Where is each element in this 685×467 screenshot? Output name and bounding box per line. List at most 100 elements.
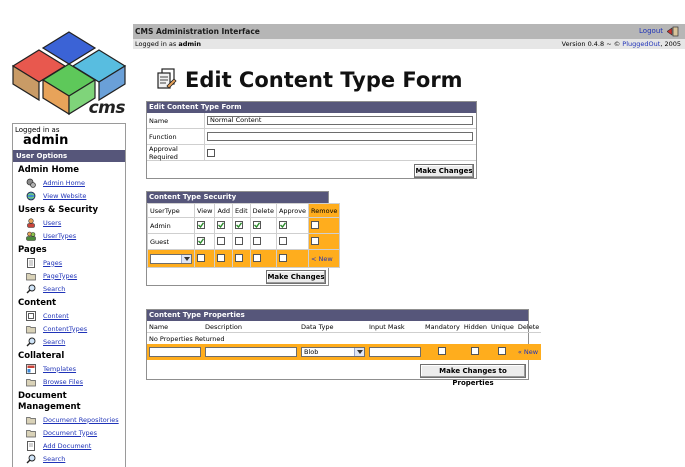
sidebar-item-label[interactable]: PageTypes bbox=[43, 272, 77, 280]
edit-checkbox[interactable] bbox=[235, 236, 244, 245]
logged-in-status: Logged in as admin bbox=[135, 40, 201, 48]
users-icon bbox=[26, 231, 36, 241]
sidebar-item-content-search[interactable]: Search bbox=[13, 335, 125, 348]
make-changes-button[interactable]: Make Changes bbox=[414, 164, 474, 178]
section-title: Pages bbox=[18, 245, 47, 255]
new-edit-checkbox[interactable] bbox=[235, 253, 244, 262]
approve-checkbox[interactable] bbox=[278, 221, 287, 229]
hidden-checkbox[interactable] bbox=[471, 347, 480, 355]
sidebar-item-label[interactable]: Templates bbox=[43, 365, 76, 373]
sidebar-item-label[interactable]: ContentTypes bbox=[43, 325, 87, 333]
make-changes-to-properties-button[interactable]: Make Changes to Properties bbox=[420, 364, 526, 387]
sidebar-item-label[interactable]: Users bbox=[43, 219, 61, 227]
sidebar-item-content[interactable]: Content bbox=[13, 309, 125, 322]
chevron-down-icon bbox=[181, 254, 191, 263]
name-input[interactable]: Normal Content bbox=[207, 116, 473, 125]
name-label: Name bbox=[147, 113, 205, 128]
new-property-link[interactable]: « New bbox=[518, 348, 538, 356]
panel-header: Content Type Security bbox=[147, 192, 328, 203]
sidebar-item-label[interactable]: Search bbox=[43, 338, 65, 346]
sidebar-item-usertypes[interactable]: UserTypes bbox=[13, 229, 125, 242]
sidebar-item-contenttypes[interactable]: ContentTypes bbox=[13, 322, 125, 335]
sidebar-item-label[interactable]: Content bbox=[43, 312, 69, 320]
sidebar-item-label[interactable]: Admin Home bbox=[43, 179, 85, 187]
table-row: Admin bbox=[147, 217, 341, 234]
sidebar-item-view-website[interactable]: View Website bbox=[13, 189, 125, 202]
sidebar-item-label[interactable]: Pages bbox=[43, 259, 62, 267]
sidebar-item-label[interactable]: Add Document bbox=[43, 442, 91, 450]
page-icon bbox=[26, 257, 36, 268]
sidebar-item-pages[interactable]: Pages bbox=[13, 256, 125, 269]
new-security-link[interactable]: < New bbox=[311, 255, 333, 263]
edit-checkbox[interactable] bbox=[235, 221, 244, 229]
new-delete-checkbox[interactable] bbox=[252, 253, 261, 262]
security-make-changes-button[interactable]: Make Changes bbox=[266, 270, 326, 284]
data-type-value: Blob bbox=[304, 348, 319, 356]
logout-icon[interactable] bbox=[666, 26, 679, 37]
sidebar-item-label[interactable]: Document Types bbox=[43, 429, 97, 437]
search-icon bbox=[26, 337, 36, 347]
function-input[interactable] bbox=[207, 132, 473, 141]
new-view-checkbox[interactable] bbox=[197, 253, 205, 262]
pluggedout-link[interactable]: PluggedOut bbox=[622, 40, 660, 48]
sidebar-item-document-types[interactable]: Document Types bbox=[13, 426, 125, 439]
logout-link[interactable]: Logout bbox=[639, 27, 663, 35]
empty-row: No Properties Returned bbox=[147, 333, 541, 345]
col-view: View bbox=[193, 203, 216, 218]
sidebar-item-templates[interactable]: Templates bbox=[13, 362, 125, 375]
sidebar-item-admin-home[interactable]: Admin Home bbox=[13, 176, 125, 189]
unique-checkbox[interactable] bbox=[498, 347, 507, 355]
approve-checkbox[interactable] bbox=[278, 236, 287, 245]
delete-checkbox[interactable] bbox=[252, 236, 261, 245]
sidebar-item-label[interactable]: View Website bbox=[43, 192, 86, 200]
approval-required-checkbox[interactable] bbox=[207, 148, 215, 157]
view-checkbox[interactable] bbox=[197, 237, 205, 245]
new-property-name-input[interactable] bbox=[149, 347, 201, 357]
folder-icon bbox=[26, 324, 36, 334]
new-usertype-select[interactable] bbox=[150, 253, 192, 264]
section-title: Document Management bbox=[18, 391, 81, 412]
new-add-checkbox[interactable] bbox=[217, 253, 226, 262]
sidebar-item-label[interactable]: Document Repositories bbox=[43, 416, 119, 424]
sidebar-item-pagetypes[interactable]: PageTypes bbox=[13, 269, 125, 282]
edit-form-icon bbox=[155, 68, 177, 92]
user-options-header: User Options bbox=[13, 150, 125, 162]
remove-checkbox[interactable] bbox=[311, 220, 320, 229]
sidebar-item-add-document[interactable]: Add Document bbox=[13, 439, 125, 452]
approval-row: Approval Required bbox=[147, 145, 476, 161]
app-title: CMS Administration Interface bbox=[135, 27, 260, 36]
table-row: Guest bbox=[147, 233, 341, 250]
page-title: Edit Content Type Form bbox=[185, 68, 463, 92]
usertype-cell: Admin bbox=[147, 217, 195, 234]
logo-text: cms bbox=[88, 98, 126, 118]
sidebar-item-users[interactable]: Users bbox=[13, 216, 125, 229]
sidebar-section-pages: Pages Pages PageTypes Search bbox=[13, 245, 125, 295]
col-usertype: UserType bbox=[147, 203, 195, 218]
delete-checkbox[interactable] bbox=[252, 221, 261, 229]
no-properties-message: No Properties Returned bbox=[149, 334, 225, 343]
sidebar-item-document-search[interactable]: Search bbox=[13, 452, 125, 465]
add-checkbox[interactable] bbox=[217, 221, 226, 229]
new-approve-checkbox[interactable] bbox=[278, 253, 287, 262]
sidebar-item-label[interactable]: Search bbox=[43, 455, 65, 463]
sidebar-item-label[interactable]: UserTypes bbox=[43, 232, 76, 240]
add-checkbox[interactable] bbox=[217, 236, 226, 245]
sidebar-section-users-security: Users & Security Users UserTypes bbox=[13, 205, 125, 242]
sidebar-item-label[interactable]: Browse Files bbox=[43, 378, 83, 386]
sidebar-item-label[interactable]: Search bbox=[43, 285, 65, 293]
col-name: Name bbox=[147, 321, 203, 333]
col-remove: Remove bbox=[308, 203, 341, 218]
remove-checkbox[interactable] bbox=[311, 236, 320, 245]
data-type-select[interactable]: Blob bbox=[301, 347, 365, 357]
mandatory-checkbox[interactable] bbox=[438, 347, 447, 355]
new-property-input-mask-input[interactable] bbox=[369, 347, 421, 357]
sub-bar: Logged in as admin Version 0.4.8 ~ © Plu… bbox=[133, 39, 685, 49]
sidebar-section-collateral: Collateral Templates Browse Files bbox=[13, 351, 125, 388]
sidebar-item-pages-search[interactable]: Search bbox=[13, 282, 125, 295]
view-checkbox[interactable] bbox=[197, 221, 205, 229]
sidebar-item-document-repositories[interactable]: Document Repositories bbox=[13, 413, 125, 426]
sidebar-item-browse-files[interactable]: Browse Files bbox=[13, 375, 125, 388]
cms-logo: cms bbox=[9, 30, 129, 120]
new-property-description-input[interactable] bbox=[205, 347, 297, 357]
version-info: Version 0.4.8 ~ © PluggedOut, 2005 bbox=[562, 40, 681, 48]
